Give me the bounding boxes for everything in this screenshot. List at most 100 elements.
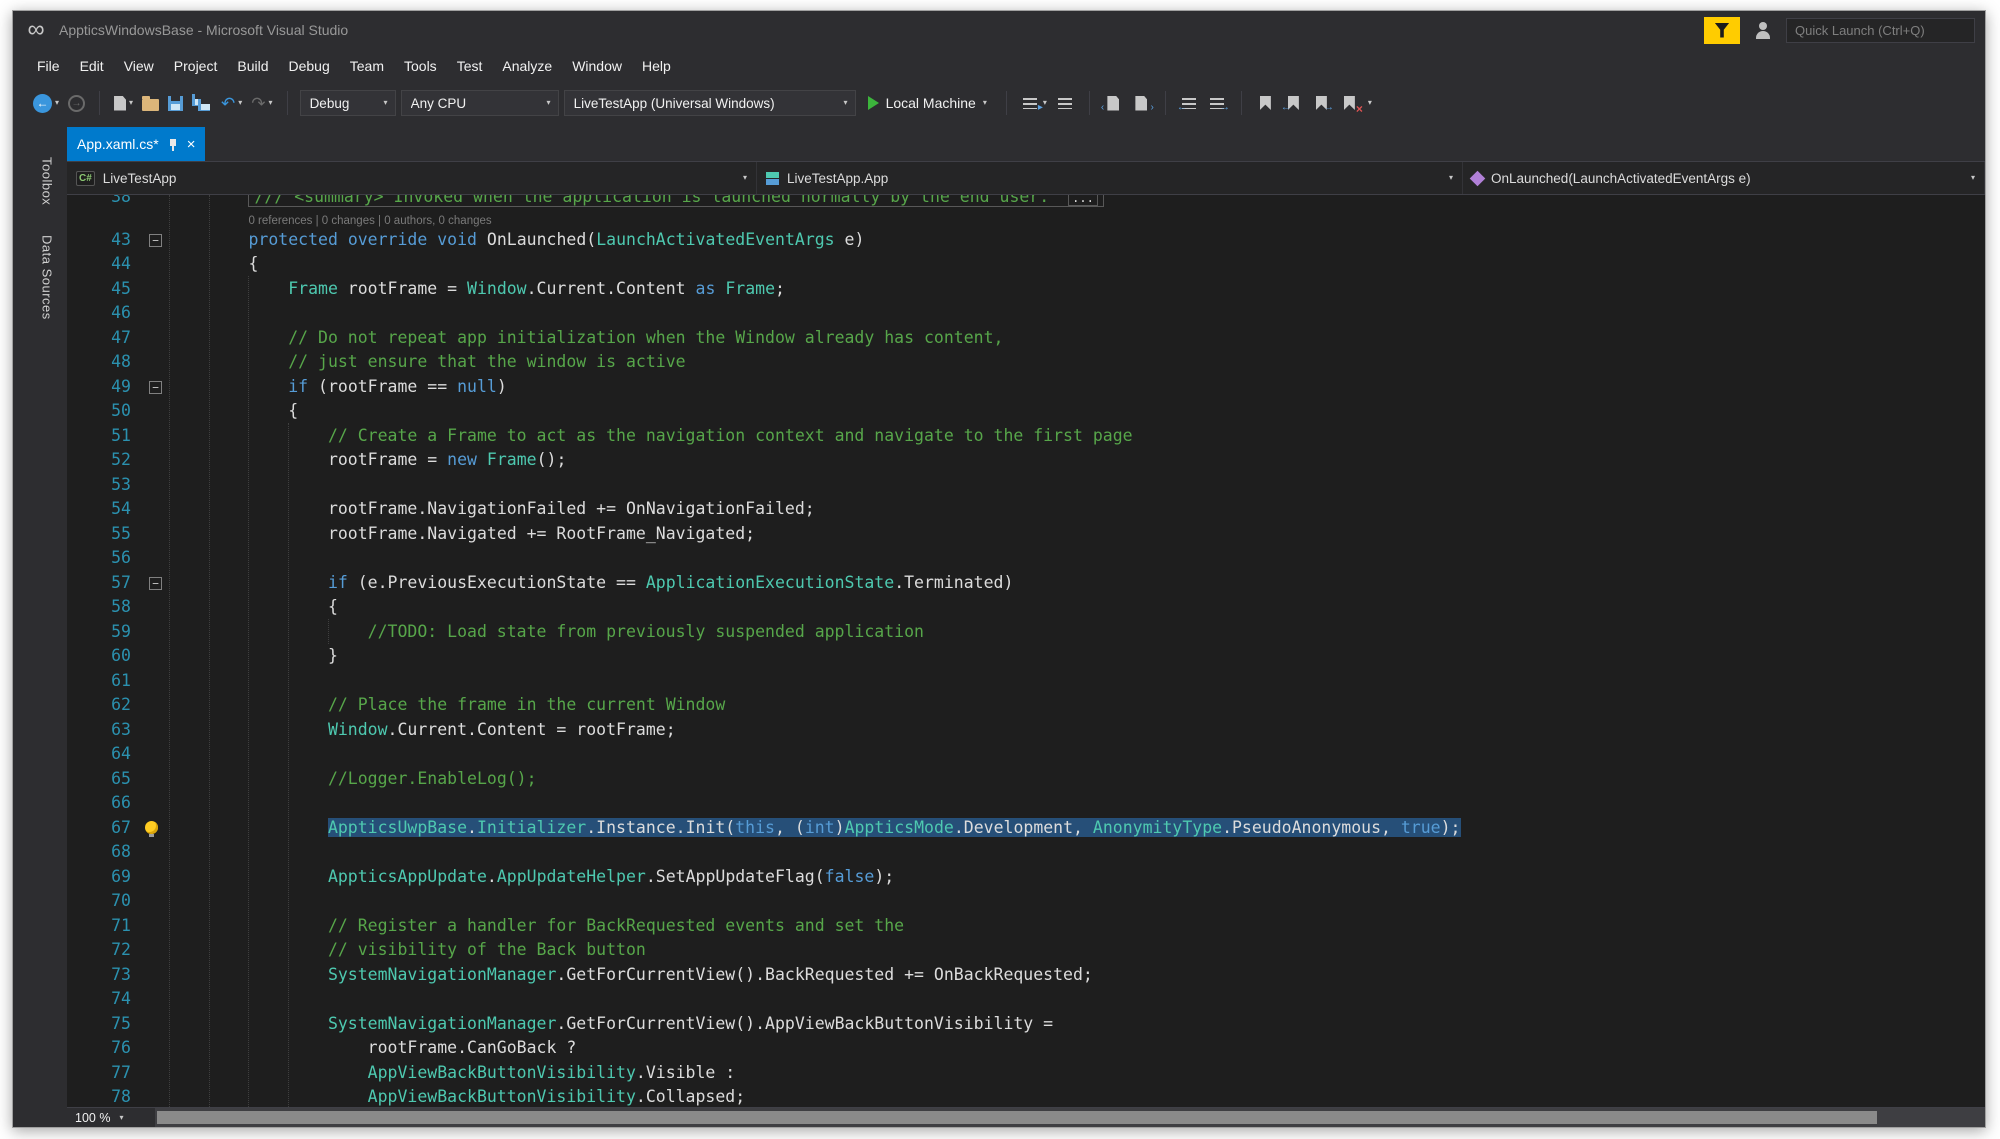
line-number[interactable] xyxy=(93,210,143,228)
code-line[interactable]: 48// just ensure that the window is acti… xyxy=(67,350,1985,375)
glyph-margin[interactable] xyxy=(67,620,93,645)
line-number[interactable]: 38 xyxy=(93,195,143,210)
line-number[interactable]: 67 xyxy=(93,816,143,841)
line-number[interactable]: 77 xyxy=(93,1061,143,1086)
menu-item-tools[interactable]: Tools xyxy=(394,53,447,79)
menu-item-team[interactable]: Team xyxy=(340,53,394,79)
menu-item-project[interactable]: Project xyxy=(164,53,228,79)
document-tab-app-xaml-cs[interactable]: App.xaml.cs* × xyxy=(67,127,205,161)
glyph-margin[interactable] xyxy=(67,693,93,718)
line-number[interactable]: 61 xyxy=(93,669,143,694)
glyph-margin[interactable] xyxy=(67,742,93,767)
line-number[interactable]: 43 xyxy=(93,228,143,253)
navbar-type-dropdown[interactable]: LiveTestApp.App ▾ xyxy=(757,162,1463,194)
code-text[interactable] xyxy=(169,889,1985,914)
code-text[interactable] xyxy=(169,742,1985,767)
code-text[interactable]: SystemNavigationManager.GetForCurrentVie… xyxy=(169,1012,1985,1037)
previous-bookmark-button[interactable]: ← xyxy=(1282,90,1305,116)
code-text[interactable]: //TODO: Load state from previously suspe… xyxy=(169,620,1985,645)
line-number[interactable]: 51 xyxy=(93,424,143,449)
line-number[interactable]: 60 xyxy=(93,644,143,669)
code-line[interactable]: 50 { xyxy=(67,399,1985,424)
toggle-bookmark-button[interactable] xyxy=(1254,90,1277,116)
collapse-region-icon[interactable]: − xyxy=(149,234,162,247)
glyph-margin[interactable] xyxy=(67,1036,93,1061)
code-editor[interactable]: 38 /// <summary> Invoked when the applica… xyxy=(67,195,1985,1107)
line-number[interactable]: 50 xyxy=(93,399,143,424)
code-text[interactable]: rootFrame.CanGoBack ? xyxy=(169,1036,1985,1061)
code-line[interactable]: 54rootFrame.NavigationFailed += OnNaviga… xyxy=(67,497,1985,522)
code-line[interactable]: 70 xyxy=(67,889,1985,914)
line-number[interactable]: 68 xyxy=(93,840,143,865)
pin-icon[interactable] xyxy=(168,138,178,151)
code-line[interactable]: 49−if (rootFrame == null) xyxy=(67,375,1985,400)
codelens-row[interactable]: 0 references | 0 changes | 0 authors, 0 … xyxy=(67,210,1985,228)
glyph-margin[interactable] xyxy=(67,448,93,473)
code-line[interactable]: 43−protected override void OnLaunched(La… xyxy=(67,228,1985,253)
code-text[interactable]: { xyxy=(169,399,1985,424)
code-text[interactable]: SystemNavigationManager.GetForCurrentVie… xyxy=(169,963,1985,988)
code-line[interactable]: 67AppticsUwpBase.Initializer.Instance.In… xyxy=(67,816,1985,841)
code-text[interactable]: AppticsAppUpdate.AppUpdateHelper.SetAppU… xyxy=(169,865,1985,890)
navigate-backward-button[interactable]: ← ▾ xyxy=(31,90,61,116)
code-text[interactable]: 0 references | 0 changes | 0 authors, 0 … xyxy=(169,210,1985,228)
glyph-margin[interactable] xyxy=(67,195,93,210)
glyph-margin[interactable] xyxy=(67,669,93,694)
glyph-margin[interactable] xyxy=(67,497,93,522)
code-line[interactable]: 78AppViewBackButtonVisibility.Collapsed; xyxy=(67,1085,1985,1107)
code-line[interactable]: 46 xyxy=(67,301,1985,326)
line-number[interactable]: 74 xyxy=(93,987,143,1012)
startup-project-dropdown[interactable]: LiveTestApp (Universal Windows) ▾ xyxy=(564,90,856,116)
menu-item-build[interactable]: Build xyxy=(227,53,278,79)
glyph-margin[interactable] xyxy=(67,252,93,277)
glyph-margin[interactable] xyxy=(67,1012,93,1037)
feedback-button[interactable] xyxy=(1750,17,1776,43)
menu-item-window[interactable]: Window xyxy=(562,53,632,79)
increase-indent-button[interactable]: → xyxy=(1206,90,1229,116)
glyph-margin[interactable] xyxy=(67,840,93,865)
code-text[interactable]: // Do not repeat app initialization when… xyxy=(169,326,1985,351)
clear-bookmarks-button[interactable]: × xyxy=(1338,90,1361,116)
solution-platform-dropdown[interactable]: Any CPU ▾ xyxy=(401,90,559,116)
code-text[interactable]: AppViewBackButtonVisibility.Collapsed; xyxy=(169,1085,1985,1107)
code-text[interactable] xyxy=(169,987,1985,1012)
code-text[interactable]: // Place the frame in the current Window xyxy=(169,693,1985,718)
line-number[interactable]: 53 xyxy=(93,473,143,498)
line-number[interactable]: 55 xyxy=(93,522,143,547)
code-line[interactable]: 47// Do not repeat app initialization wh… xyxy=(67,326,1985,351)
code-line[interactable]: 71// Register a handler for BackRequeste… xyxy=(67,914,1985,939)
glyph-margin[interactable] xyxy=(67,522,93,547)
code-text[interactable] xyxy=(169,791,1985,816)
line-number[interactable]: 65 xyxy=(93,767,143,792)
line-number[interactable]: 57 xyxy=(93,571,143,596)
glyph-margin[interactable] xyxy=(67,277,93,302)
comment-button[interactable]: ‹ xyxy=(1102,90,1125,116)
line-number[interactable]: 66 xyxy=(93,791,143,816)
code-text[interactable]: rootFrame = new Frame(); xyxy=(169,448,1985,473)
code-line[interactable]: 44{ xyxy=(67,252,1985,277)
glyph-margin[interactable] xyxy=(67,350,93,375)
code-text[interactable]: /// <summary> Invoked when the applicati… xyxy=(169,195,1985,210)
code-text[interactable] xyxy=(169,546,1985,571)
glyph-margin[interactable] xyxy=(67,210,93,228)
line-number[interactable]: 76 xyxy=(93,1036,143,1061)
glyph-margin[interactable] xyxy=(67,473,93,498)
line-number[interactable]: 63 xyxy=(93,718,143,743)
horizontal-scrollbar-thumb[interactable] xyxy=(157,1111,1877,1124)
save-all-button[interactable] xyxy=(190,90,214,116)
code-text[interactable]: if (e.PreviousExecutionState == Applicat… xyxy=(169,571,1985,596)
glyph-margin[interactable] xyxy=(67,767,93,792)
collapse-region-icon[interactable]: − xyxy=(149,577,162,590)
code-line[interactable]: 62// Place the frame in the current Wind… xyxy=(67,693,1985,718)
line-number[interactable]: 75 xyxy=(93,1012,143,1037)
open-file-button[interactable] xyxy=(140,90,161,116)
code-text[interactable]: // Register a handler for BackRequested … xyxy=(169,914,1985,939)
code-line[interactable]: 75 SystemNavigationManager.GetForCurrentV… xyxy=(67,1012,1985,1037)
code-text[interactable]: Frame rootFrame = Window.Current.Content… xyxy=(169,277,1985,302)
glyph-margin[interactable] xyxy=(67,399,93,424)
decrease-indent-button[interactable]: ← xyxy=(1178,90,1201,116)
line-number[interactable]: 64 xyxy=(93,742,143,767)
line-number[interactable]: 46 xyxy=(93,301,143,326)
code-text[interactable]: rootFrame.NavigationFailed += OnNavigati… xyxy=(169,497,1985,522)
tool-tab-data-sources[interactable]: Data Sources xyxy=(40,235,55,320)
